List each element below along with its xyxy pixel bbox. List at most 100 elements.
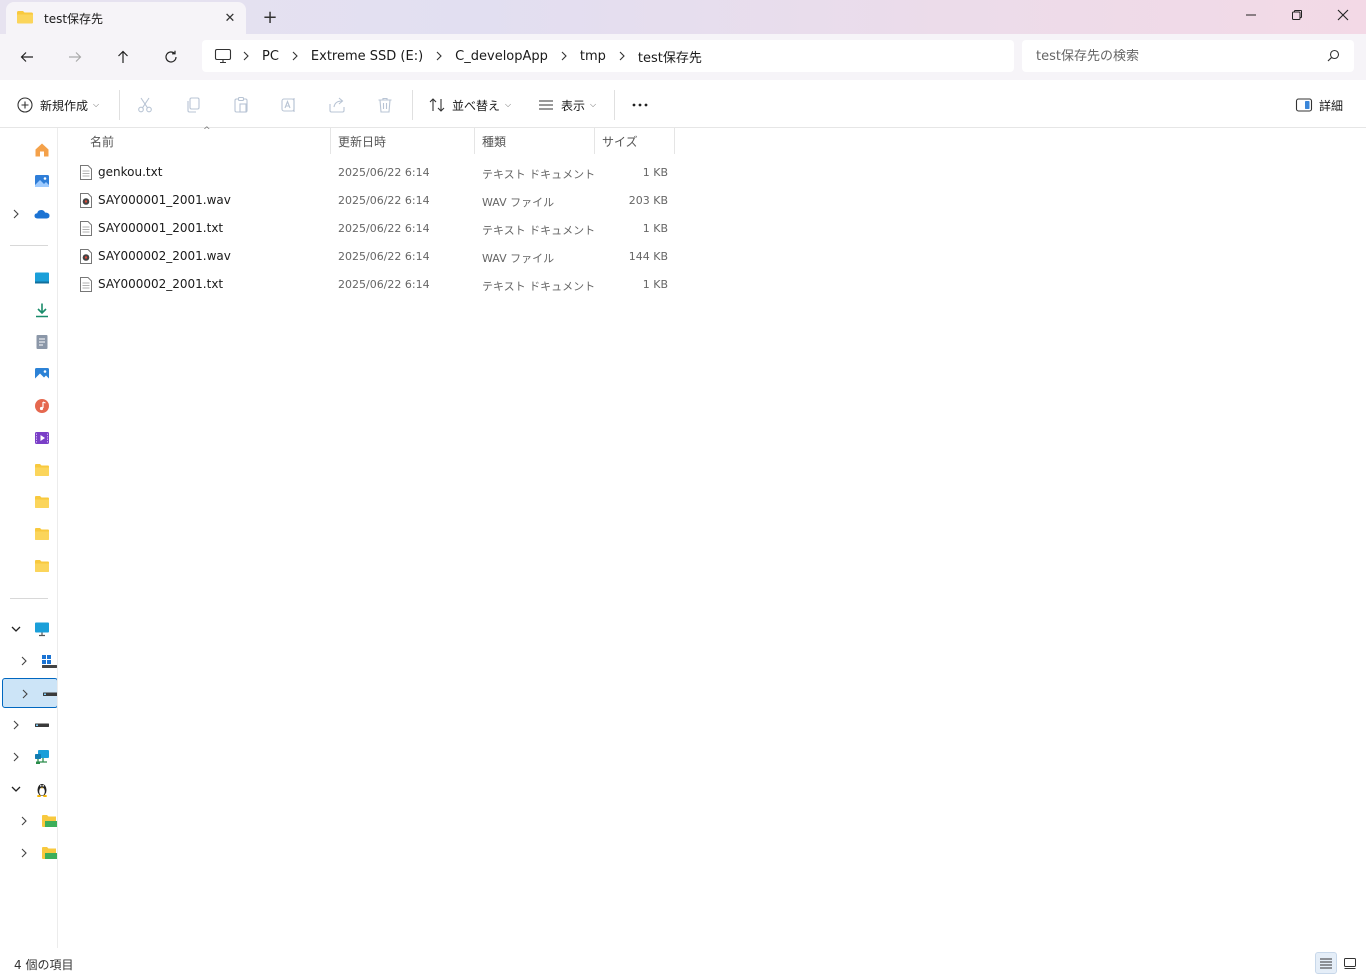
nav-gallery[interactable] xyxy=(0,166,57,196)
breadcrumb-pc[interactable]: PC xyxy=(254,49,287,64)
file-name: SAY000001_2001.txt xyxy=(98,221,224,235)
breadcrumb-drive[interactable]: Extreme SSD (E:) xyxy=(303,49,431,64)
sort-ascending-icon: ^ xyxy=(203,126,211,136)
file-row[interactable]: genkou.txt 2025/06/22 6:14 テキスト ドキュメント 1… xyxy=(74,158,678,186)
gallery-icon xyxy=(34,173,50,189)
copy-button[interactable] xyxy=(184,92,202,118)
music-icon xyxy=(34,398,50,414)
file-type: テキスト ドキュメント xyxy=(482,280,596,293)
nav-pinned-folder[interactable] xyxy=(0,455,57,485)
close-icon[interactable]: ✕ xyxy=(218,6,242,30)
divider xyxy=(119,90,120,120)
chevron-down-icon: ⌵ xyxy=(93,100,100,109)
trash-icon xyxy=(376,96,394,114)
breadcrumb-tmp[interactable]: tmp xyxy=(572,49,614,64)
address-bar[interactable]: PC Extreme SSD (E:) C_developApp tmp tes… xyxy=(202,40,1014,72)
nav-drive[interactable] xyxy=(0,710,57,740)
column-divider[interactable] xyxy=(330,128,331,154)
new-button[interactable]: 新規作成 ⌵ xyxy=(16,92,99,118)
chevron-right-icon[interactable] xyxy=(17,846,31,860)
nav-this-pc[interactable] xyxy=(0,614,57,644)
nav-pinned-folder[interactable] xyxy=(0,487,57,517)
nav-music[interactable] xyxy=(0,391,57,421)
restore-button[interactable] xyxy=(1274,0,1320,30)
nav-network[interactable] xyxy=(0,742,57,772)
more-options-button[interactable] xyxy=(630,92,650,118)
search-input[interactable] xyxy=(1036,48,1316,64)
chevron-down-icon[interactable] xyxy=(9,622,23,636)
chevron-right-icon xyxy=(431,51,447,61)
sort-button[interactable]: 並べ替え ⌵ xyxy=(428,92,511,118)
breadcrumb-c-developapp[interactable]: C_developApp xyxy=(447,49,556,64)
column-divider[interactable] xyxy=(674,128,675,154)
chevron-right-icon[interactable] xyxy=(9,207,23,221)
column-header-modified[interactable]: 更新日時 xyxy=(338,128,386,154)
file-name: SAY000002_2001.txt xyxy=(98,277,224,291)
drive-icon xyxy=(34,717,50,733)
list-view-icon xyxy=(537,96,555,114)
share-button[interactable] xyxy=(328,92,346,118)
windows-drive-icon xyxy=(41,653,57,669)
nav-linux[interactable] xyxy=(0,774,57,804)
column-header-size[interactable]: サイズ xyxy=(602,128,638,154)
minimize-button[interactable] xyxy=(1228,0,1274,30)
details-view-icon xyxy=(1319,956,1333,970)
details-view-button[interactable] xyxy=(1315,952,1337,974)
monitor-icon xyxy=(34,621,50,637)
pictures-icon xyxy=(34,366,50,382)
nav-onedrive[interactable] xyxy=(0,199,57,229)
nav-linux-distro[interactable] xyxy=(0,806,57,836)
cut-button[interactable] xyxy=(136,92,154,118)
nav-pinned-folder[interactable] xyxy=(0,551,57,581)
column-divider[interactable] xyxy=(474,128,475,154)
chevron-right-icon[interactable] xyxy=(9,750,23,764)
file-row[interactable]: SAY000001_2001.wav 2025/06/22 6:14 WAV フ… xyxy=(74,186,678,214)
view-label: 表示 xyxy=(561,98,586,113)
navigation-pane xyxy=(0,128,58,948)
tab-current[interactable]: test保存先 ✕ xyxy=(6,2,246,34)
nav-linux-distro[interactable] xyxy=(0,838,57,868)
chevron-right-icon[interactable] xyxy=(9,718,23,732)
back-button[interactable] xyxy=(13,43,41,71)
view-button[interactable]: 表示 ⌵ xyxy=(537,92,596,118)
nav-downloads[interactable] xyxy=(0,295,57,325)
nav-extreme-ssd[interactable] xyxy=(2,678,57,708)
search-icon[interactable] xyxy=(1327,49,1340,66)
up-button[interactable] xyxy=(109,43,137,71)
nav-home[interactable] xyxy=(0,135,57,165)
monitor-icon xyxy=(214,48,232,64)
column-header-name[interactable]: 名前 xyxy=(90,128,114,154)
nav-local-disk[interactable] xyxy=(0,646,57,676)
chevron-right-icon[interactable] xyxy=(17,654,31,668)
close-window-button[interactable] xyxy=(1320,0,1366,30)
new-tab-button[interactable]: + xyxy=(258,5,282,29)
search-box[interactable] xyxy=(1022,40,1354,72)
nav-pictures[interactable] xyxy=(0,359,57,389)
nav-videos[interactable] xyxy=(0,423,57,453)
forward-button[interactable] xyxy=(61,43,89,71)
divider xyxy=(614,90,615,120)
column-header-type[interactable]: 種類 xyxy=(482,128,506,154)
nav-desktop[interactable] xyxy=(0,263,57,293)
delete-button[interactable] xyxy=(376,92,394,118)
file-row[interactable]: SAY000001_2001.txt 2025/06/22 6:14 テキスト … xyxy=(74,214,678,242)
column-divider[interactable] xyxy=(594,128,595,154)
file-row[interactable]: SAY000002_2001.txt 2025/06/22 6:14 テキスト … xyxy=(74,270,678,298)
file-size: 1 KB xyxy=(642,278,668,291)
rename-button[interactable] xyxy=(280,92,298,118)
document-icon xyxy=(34,334,50,350)
tiles-view-icon xyxy=(1343,956,1357,970)
tiles-view-button[interactable] xyxy=(1339,952,1361,974)
chevron-down-icon[interactable] xyxy=(9,782,23,796)
file-size: 203 KB xyxy=(628,194,668,207)
details-pane-button[interactable]: 詳細 xyxy=(1295,92,1343,118)
chevron-right-icon[interactable] xyxy=(17,814,31,828)
details-label: 詳細 xyxy=(1319,98,1344,113)
nav-documents[interactable] xyxy=(0,327,57,357)
nav-pinned-folder[interactable] xyxy=(0,519,57,549)
refresh-button[interactable] xyxy=(157,43,185,71)
breadcrumb-current[interactable]: test保存先 xyxy=(630,47,710,66)
paste-button[interactable] xyxy=(232,92,250,118)
file-row[interactable]: SAY000002_2001.wav 2025/06/22 6:14 WAV フ… xyxy=(74,242,678,270)
chevron-right-icon[interactable] xyxy=(18,687,32,701)
